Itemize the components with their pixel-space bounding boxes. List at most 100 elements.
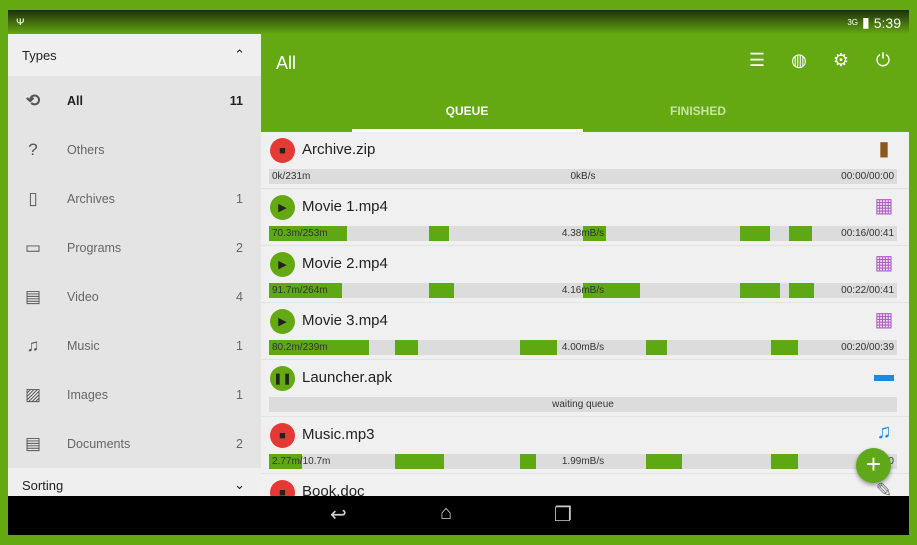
app-bar: All ☰ ◍ ⚙ ⏻ QUEUE FINISHED [261,34,909,132]
download-row[interactable]: ▶ Movie 2.mp4 ▦ 91.7m/264m 4.16mB/s 00:22/0… [261,246,909,303]
play-icon[interactable]: ▶ [270,195,295,220]
download-row[interactable]: ■ Music.mp3 ♫ 2.77m/10.7m1.99mB/s00:0 [261,417,909,474]
archive-file-icon: ▮ [878,138,890,160]
film-icon: ▤ [24,286,42,306]
status-text: waiting queue [552,399,614,410]
speed-text: 4.16mB/s [561,285,605,296]
download-row[interactable]: ■ Archive.zip ▮ 0k/231m 0kB/s 00:00/00:00 [261,132,909,189]
sorting-label: Sorting [22,477,64,493]
progress-bar: 80.2m/239m 4.00mB/s 00:20/00:39 [269,340,897,355]
sidebar-item-count: 4 [236,289,243,304]
file-name: Launcher.apk [302,369,393,386]
file-name: Music.mp3 [302,426,375,443]
time-text: 00:00/00:00 [841,171,894,182]
stop-icon[interactable]: ■ [270,423,295,448]
video-file-icon: ▦ [874,309,894,331]
home-icon[interactable]: ⌂ [440,502,452,525]
video-file-icon: ▦ [874,252,894,274]
list-icon[interactable]: ☰ [745,50,769,71]
sidebar: Types ⌃ ⟲ All 11? Others ▯ Archives 1 ▭ Programs 2… [8,34,261,496]
sidebar-item-label: Others [67,142,105,157]
download-row[interactable]: ▶ Movie 3.mp4 ▦ 80.2m/239m 4.00mB/s 00:20/0… [261,303,909,360]
download-row[interactable]: ▶ Movie 1.mp4 ▦ 70.3m/253m 4.38mB/s 00:16/0… [261,189,909,246]
speed-text: 1.99mB/s [561,456,605,467]
page-title: All [276,53,297,73]
sidebar-item-count: 2 [236,436,243,451]
back-icon[interactable]: ↩ [330,502,347,527]
speed-text: 0kB/s [570,171,596,182]
download-row[interactable]: ■ Book.doc ✎ [261,474,909,496]
download-list: ■ Archive.zip ▮ 0k/231m 0kB/s 00:00/00:00 ▶ … [261,132,909,496]
sidebar-item-count: 2 [236,240,243,255]
progress-bar: 0k/231m 0kB/s 00:00/00:00 [269,169,897,184]
sidebar-item-label: Programs [67,240,122,255]
stop-icon[interactable]: ■ [270,138,295,163]
sidebar-item-video[interactable]: ▤ Video 4 [8,272,261,321]
clock: 5:39 [873,14,901,31]
progress-bar: 70.3m/253m 4.38mB/s 00:16/00:41 [269,226,897,241]
sidebar-item-count: 1 [236,338,243,353]
progress-bar: waiting queue [269,397,897,412]
power-icon[interactable]: ⏻ [871,50,895,71]
speed-text: 4.38mB/s [561,228,605,239]
sidebar-item-label: Images [67,387,108,402]
file-name: Movie 3.mp4 [302,312,388,329]
gear-icon[interactable]: ⚙ [829,50,853,71]
play-icon[interactable]: ▶ [270,309,295,334]
progress-bar: 2.77m/10.7m1.99mB/s00:0 [269,454,897,469]
refresh-icon: ⟲ [25,90,41,110]
pause-icon[interactable]: ❚❚ [270,366,295,391]
monitor-icon: ▭ [24,237,42,257]
types-section-header[interactable]: Types ⌃ [8,34,261,76]
archive-icon: ▯ [28,188,38,208]
sidebar-item-images[interactable]: ▨ Images 1 [8,370,261,419]
sidebar-item-music[interactable]: ♫ Music 1 [8,321,261,370]
navigation-bar: ↩ ⌂ ❐ [8,496,909,535]
help-icon: ? [28,139,38,159]
sidebar-item-all[interactable]: ⟲ All 11 [8,76,261,125]
status-bar: ᴪ 3G ▮ 5:39 [8,10,909,34]
add-download-button[interactable]: + [856,448,891,483]
screen: ᴪ 3G ▮ 5:39 Types ⌃ ⟲ All 11? Others ▯ Archive… [8,10,909,535]
sidebar-item-label: Archives [67,191,115,206]
progress-bar: 91.7m/264m 4.16mB/s 00:22/00:41 [269,283,897,298]
image-icon: ▨ [24,384,42,404]
chevron-up-icon: ⌃ [234,47,245,62]
time-text: 00:16/00:41 [841,228,894,239]
file-name: Movie 1.mp4 [302,198,388,215]
battery-icon: ▮ [862,14,870,30]
sidebar-item-documents[interactable]: ▤ Documents 2 [8,419,261,468]
file-name: Movie 2.mp4 [302,255,388,272]
speed-text: 4.00mB/s [561,342,605,353]
download-row[interactable]: ❚❚ Launcher.apk ▬ waiting queue [261,360,909,417]
music-file-icon: ♫ [876,421,892,443]
tab-queue[interactable]: QUEUE [352,104,582,118]
video-file-icon: ▦ [874,195,894,217]
sidebar-item-label: Video [67,289,99,304]
tab-finished[interactable]: FINISHED [583,104,813,118]
play-icon[interactable]: ▶ [270,252,295,277]
time-text: 00:20/00:39 [841,342,894,353]
stop-icon[interactable]: ■ [270,480,295,496]
music-icon: ♫ [26,335,40,355]
sorting-section-header[interactable]: Sorting ⌄ [8,468,261,496]
sidebar-item-label: Documents [67,436,131,451]
globe-icon[interactable]: ◍ [787,50,811,71]
file-name: Book.doc [302,483,365,496]
recents-icon[interactable]: ❐ [554,502,572,527]
sidebar-item-count: 11 [229,93,243,108]
file-name: Archive.zip [302,141,376,158]
sidebar-item-count: 1 [236,387,243,402]
program-file-icon: ▬ [874,364,894,386]
time-text: 00:22/00:41 [841,285,894,296]
types-label: Types [22,47,57,63]
sidebar-item-label: All [67,93,83,108]
signal-icon: 3G [847,18,859,27]
sidebar-item-archives[interactable]: ▯ Archives 1 [8,174,261,223]
usb-debug-icon: ᴪ [16,14,25,28]
document-icon: ▤ [24,433,42,453]
sidebar-item-others[interactable]: ? Others [8,125,261,174]
chevron-down-icon: ⌄ [234,477,245,492]
sidebar-item-count: 1 [236,191,243,206]
sidebar-item-programs[interactable]: ▭ Programs 2 [8,223,261,272]
